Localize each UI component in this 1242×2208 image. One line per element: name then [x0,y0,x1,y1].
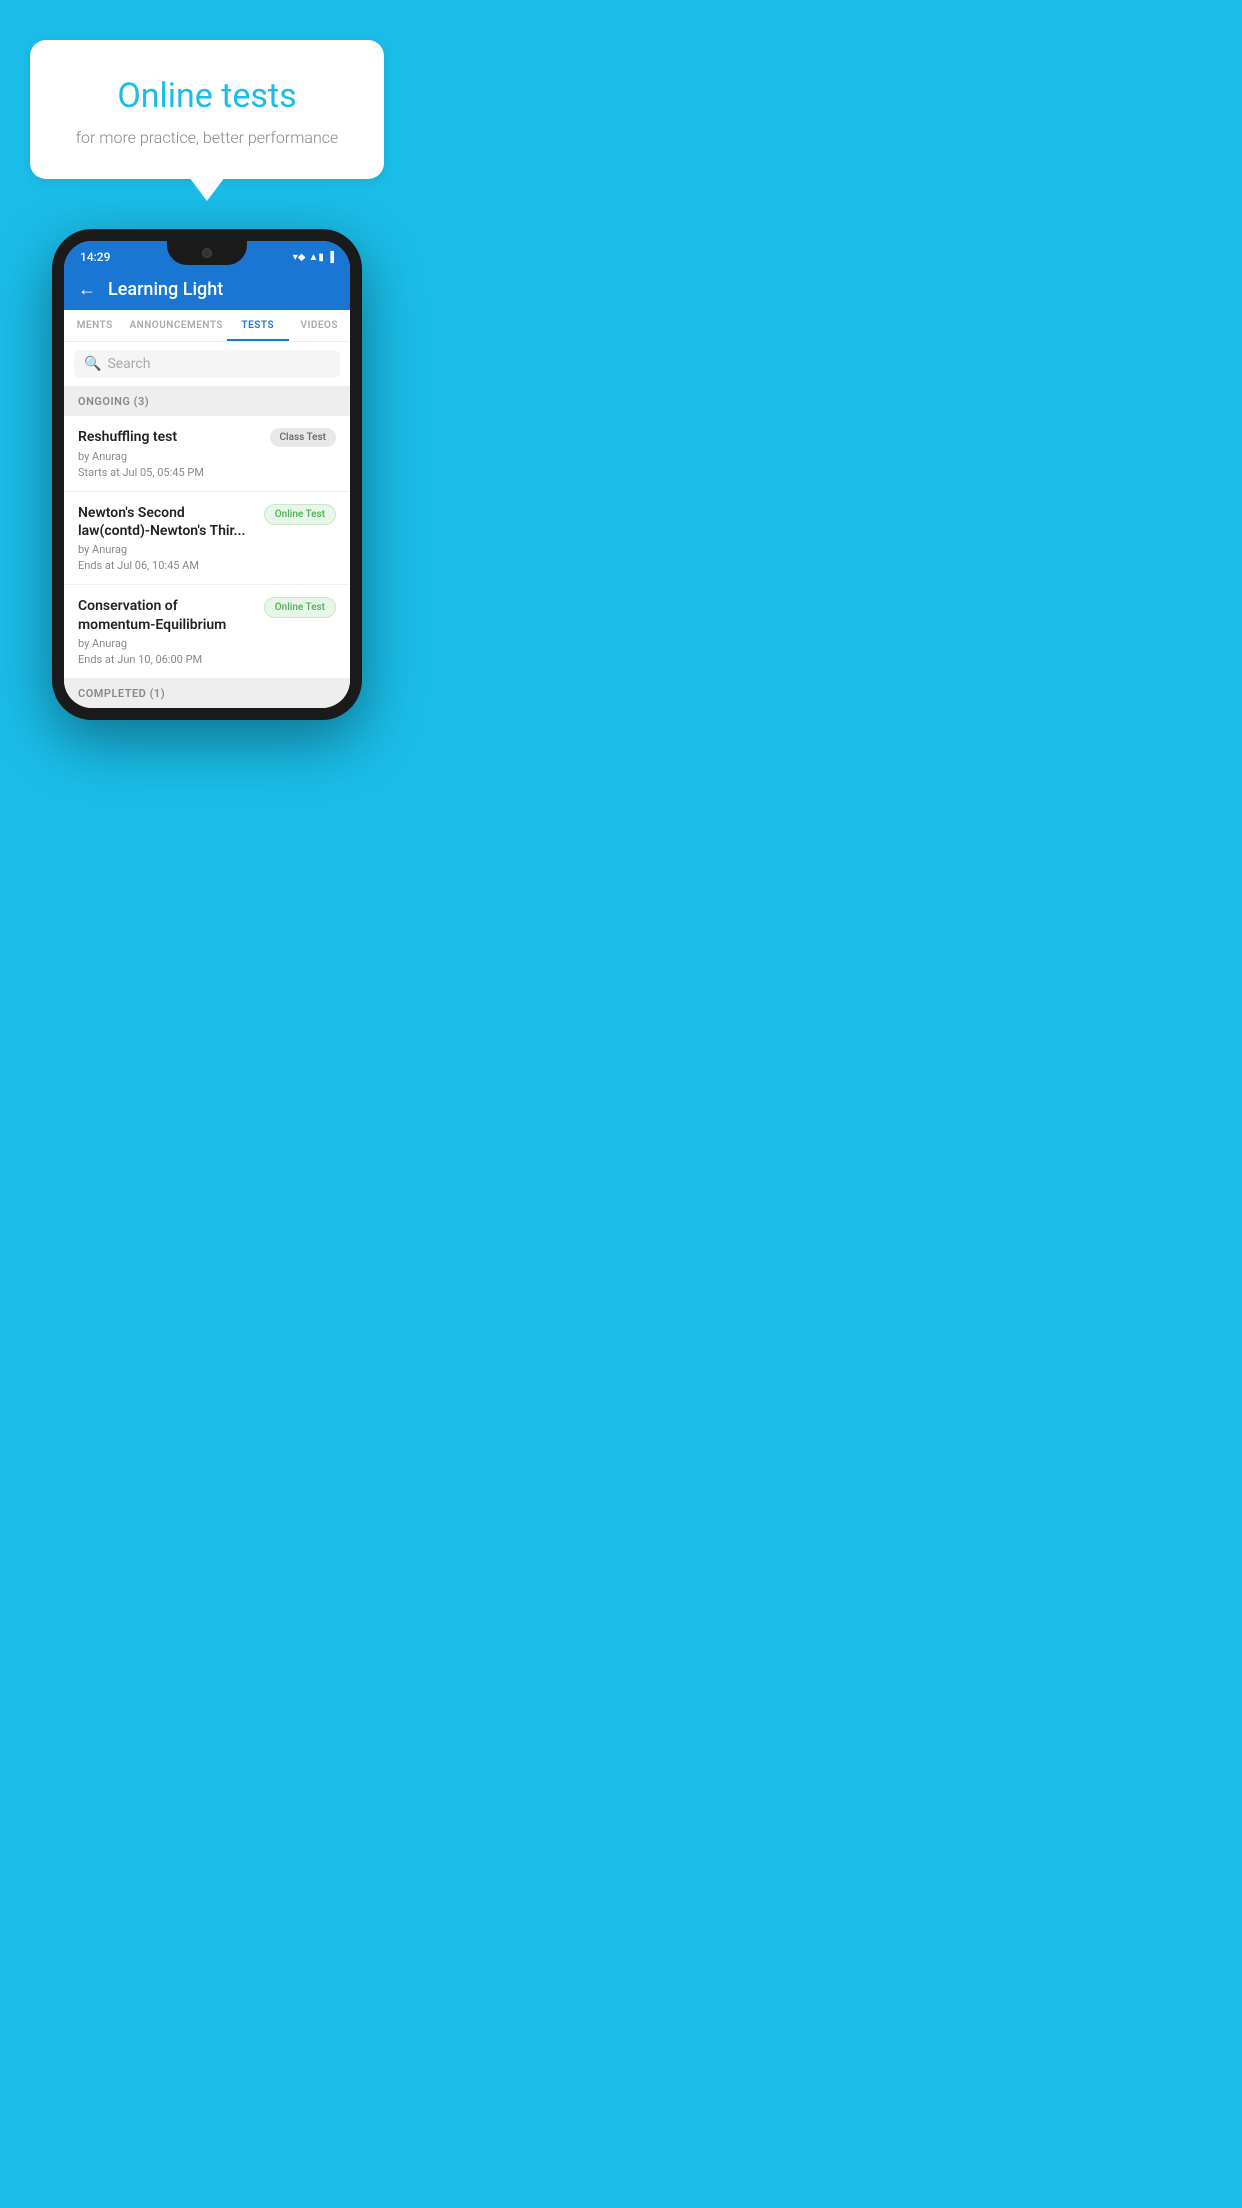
phone-screen: 14:29 ▾◆ ▲▮ ▐ ← Learning Light MENTS ANN… [64,241,350,708]
hero-title: Online tests [60,76,354,116]
test-title-2: Newton's Second law(contd)-Newton's Thir… [78,504,256,540]
status-time: 14:29 [80,250,110,264]
test-item-1[interactable]: Reshuffling test Class Test by Anurag St… [64,416,350,492]
search-container: 🔍 Search [64,342,350,387]
test-item-2[interactable]: Newton's Second law(contd)-Newton's Thir… [64,492,350,585]
test-meta-3: by Anurag [78,637,336,650]
tab-videos[interactable]: VIDEOS [289,310,350,341]
hero-subtitle: for more practice, better performance [60,128,354,147]
test-badge-2: Online Test [264,504,336,525]
test-time-2: Ends at Jul 06, 10:45 AM [78,559,336,572]
test-badge-1: Class Test [270,428,336,447]
test-item-2-header: Newton's Second law(contd)-Newton's Thir… [78,504,336,540]
tab-announcements[interactable]: ANNOUNCEMENTS [125,310,227,341]
test-item-3-header: Conservation of momentum-Equilibrium Onl… [78,597,336,633]
phone-frame: 14:29 ▾◆ ▲▮ ▐ ← Learning Light MENTS ANN… [52,229,362,720]
test-list: Reshuffling test Class Test by Anurag St… [64,416,350,679]
test-item-1-header: Reshuffling test Class Test [78,428,336,447]
battery-icon: ▐ [327,252,334,263]
speech-bubble: Online tests for more practice, better p… [30,40,384,179]
phone-notch [167,241,247,265]
hero-section: Online tests for more practice, better p… [0,0,414,179]
test-title-1: Reshuffling test [78,428,262,446]
test-meta-1: by Anurag [78,450,336,463]
back-button[interactable]: ← [78,279,96,300]
ongoing-section-header: ONGOING (3) [64,387,350,416]
tabs-bar: MENTS ANNOUNCEMENTS TESTS VIDEOS [64,310,350,342]
test-time-3: Ends at Jun 10, 06:00 PM [78,653,336,666]
completed-section-header: COMPLETED (1) [64,679,350,708]
search-icon: 🔍 [84,356,101,372]
test-title-3: Conservation of momentum-Equilibrium [78,597,256,633]
test-item-3[interactable]: Conservation of momentum-Equilibrium Onl… [64,585,350,678]
front-camera [202,248,212,258]
wifi-icon: ▾◆ [293,252,306,263]
status-icons: ▾◆ ▲▮ ▐ [293,252,334,263]
signal-icon: ▲▮ [309,252,324,263]
test-badge-3: Online Test [264,597,336,618]
phone-mockup: 14:29 ▾◆ ▲▮ ▐ ← Learning Light MENTS ANN… [52,229,362,736]
test-time-1: Starts at Jul 05, 05:45 PM [78,466,336,479]
tab-ments[interactable]: MENTS [64,310,125,341]
app-bar-title: Learning Light [108,279,223,300]
search-input[interactable]: Search [107,356,150,372]
test-meta-2: by Anurag [78,543,336,556]
search-input-wrapper[interactable]: 🔍 Search [74,350,340,378]
app-bar: ← Learning Light [64,269,350,310]
tab-tests[interactable]: TESTS [227,310,288,341]
